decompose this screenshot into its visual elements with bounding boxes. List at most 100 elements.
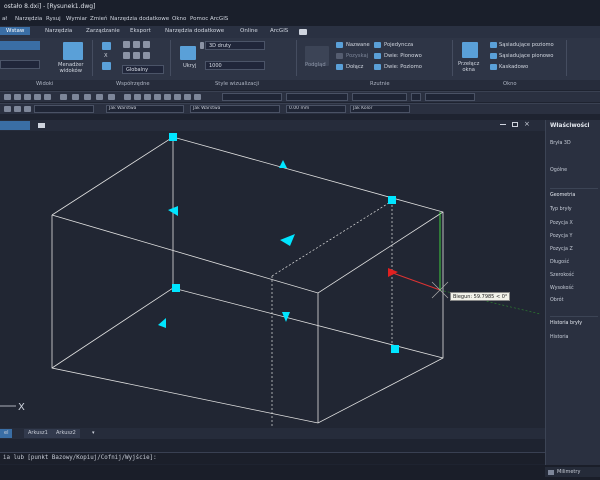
section-general[interactable]: Ogólne xyxy=(550,168,567,173)
close-icon[interactable]: × xyxy=(524,120,530,128)
named-viewports-button[interactable]: Nazwane xyxy=(346,42,370,48)
tab-sheet2[interactable]: Arkusz2 xyxy=(52,429,80,438)
lock-icon[interactable] xyxy=(24,106,31,112)
view-se-icon[interactable] xyxy=(174,94,181,100)
cross-icon[interactable] xyxy=(4,94,11,100)
two-vertical-icon[interactable] xyxy=(374,53,381,59)
dim-style-select[interactable] xyxy=(286,93,348,101)
new-tab-icon[interactable] xyxy=(38,123,45,128)
ucs-x-icon[interactable] xyxy=(133,41,140,48)
ucs-object-icon[interactable] xyxy=(143,52,150,59)
tab-sheet1[interactable]: Arkusz1 xyxy=(24,429,52,438)
move-icon[interactable] xyxy=(14,94,21,100)
switch-windows-icon[interactable] xyxy=(462,42,478,58)
linetype-select[interactable]: Jak Warstwa xyxy=(190,105,280,113)
view-top-icon[interactable] xyxy=(124,94,131,100)
pan-icon[interactable] xyxy=(84,94,91,100)
grip-triangle[interactable] xyxy=(158,318,166,328)
menu-item-dimension[interactable]: Wymiar xyxy=(66,16,87,22)
menu-item-arcgis[interactable]: ArcGIS xyxy=(210,16,228,22)
ucs-z-icon[interactable] xyxy=(123,52,130,59)
undo-icon[interactable] xyxy=(60,94,67,100)
two-vertical-button[interactable]: Dwie: Pionowo xyxy=(384,53,422,59)
redo-icon[interactable] xyxy=(72,94,79,100)
menu-item-tools[interactable]: Narzędzia xyxy=(15,16,42,22)
tile-horizontal-button[interactable]: Sąsiadujące poziomo xyxy=(499,42,554,48)
ucs-world-icon[interactable] xyxy=(102,62,111,70)
tab-arcgis[interactable]: ArcGIS xyxy=(270,28,288,34)
view-manager-icon[interactable] xyxy=(63,42,83,60)
restore-icon[interactable] xyxy=(512,122,518,127)
minimize-icon[interactable] xyxy=(500,124,506,125)
hide-icon[interactable] xyxy=(180,46,196,60)
layout-menu-icon[interactable]: ▾ xyxy=(92,430,95,436)
grip-square[interactable] xyxy=(169,133,177,141)
section-geometry[interactable]: Geometria xyxy=(550,193,575,198)
copy-icon[interactable] xyxy=(24,94,31,100)
join-icon[interactable] xyxy=(336,64,343,70)
cascade-button[interactable]: Kaskadowo xyxy=(499,64,528,70)
tab-online[interactable]: Online xyxy=(240,28,258,34)
grip-square[interactable] xyxy=(172,284,180,292)
cascade-icon[interactable] xyxy=(490,64,497,70)
tab-insert[interactable]: Wstaw xyxy=(0,27,31,35)
view-nw-icon[interactable] xyxy=(194,94,201,100)
single-viewport-button[interactable]: Pojedyncza xyxy=(384,42,413,48)
view-sw-icon[interactable] xyxy=(164,94,171,100)
grip-triangle[interactable] xyxy=(282,312,290,322)
zoom-icon[interactable] xyxy=(96,94,103,100)
style-tool-button[interactable] xyxy=(411,93,421,101)
menu-item-help[interactable]: Pomoc xyxy=(190,16,208,22)
table-style-select[interactable] xyxy=(352,93,407,101)
preview-button[interactable]: Podgląd xyxy=(305,62,326,68)
views-list-selected[interactable] xyxy=(0,41,40,50)
tab-model[interactable]: el xyxy=(0,429,13,438)
acquire-button[interactable]: Pozyskaj xyxy=(346,53,368,59)
menu-item-file[interactable]: ał xyxy=(2,16,7,22)
tile-vertical-button[interactable]: Sąsiadujące pionowo xyxy=(499,53,553,59)
tile-horizontal-icon[interactable] xyxy=(490,42,497,48)
section-solid-history[interactable]: Historia bryły xyxy=(550,321,582,326)
ucs-icon[interactable] xyxy=(102,42,111,50)
two-horizontal-button[interactable]: Dwie: Poziomo xyxy=(384,64,422,70)
views-list[interactable] xyxy=(0,60,40,69)
menu-item-modify[interactable]: Zmień xyxy=(90,16,108,22)
view-ne-icon[interactable] xyxy=(184,94,191,100)
lineweight-select[interactable]: 0.00 mm xyxy=(286,105,346,113)
hide-button[interactable]: Ukryj xyxy=(183,63,196,69)
layer-icon[interactable] xyxy=(4,106,11,112)
command-line[interactable]: ia lub [punkt Bazowy/Kopiuj/Cofnij/Wyjśc… xyxy=(0,452,545,464)
facet-value-field[interactable]: 1000 xyxy=(205,61,265,70)
ribbon-toggle-icon[interactable] xyxy=(299,29,307,35)
view-left-icon[interactable] xyxy=(144,94,151,100)
grip-square[interactable] xyxy=(391,345,399,353)
tab-tools[interactable]: Narzędzia xyxy=(45,28,72,34)
menu-item-window[interactable]: Okno xyxy=(172,16,186,22)
view-front-icon[interactable] xyxy=(134,94,141,100)
grip-square[interactable] xyxy=(388,196,396,204)
drawing-viewport[interactable]: X Biegun: 59.7985 < 0° xyxy=(0,131,545,428)
switch-windows-button[interactable]: Przełącz okna xyxy=(458,61,479,73)
tile-vertical-icon[interactable] xyxy=(490,53,497,59)
color-select[interactable]: Jak Warstwa xyxy=(106,105,184,113)
multileader-style-select[interactable] xyxy=(425,93,475,101)
scale-icon[interactable] xyxy=(44,94,51,100)
orbit-icon[interactable] xyxy=(108,94,115,100)
two-horizontal-icon[interactable] xyxy=(374,64,381,70)
named-viewports-icon[interactable] xyxy=(336,42,343,48)
rotate-icon[interactable] xyxy=(34,94,41,100)
layer-select[interactable] xyxy=(34,105,94,113)
tab-export[interactable]: Eksport xyxy=(130,28,151,34)
grip-triangle[interactable] xyxy=(280,234,295,246)
document-tab-active[interactable] xyxy=(0,121,30,130)
ucs-y-icon[interactable] xyxy=(143,41,150,48)
tab-extra-tools[interactable]: Narzędzia dodatkowe xyxy=(165,28,224,34)
ucs-view-icon[interactable] xyxy=(133,52,140,59)
text-style-select[interactable] xyxy=(222,93,282,101)
sun-icon[interactable] xyxy=(14,106,21,112)
plotstyle-select[interactable]: Jak Kolor xyxy=(350,105,410,113)
join-button[interactable]: Dołącz xyxy=(346,64,363,70)
menu-item-draw[interactable]: Rysuj xyxy=(46,16,61,22)
units-selector[interactable]: Milimetry xyxy=(545,467,600,477)
view-manager-button[interactable]: Menadżer widoków xyxy=(58,62,83,74)
